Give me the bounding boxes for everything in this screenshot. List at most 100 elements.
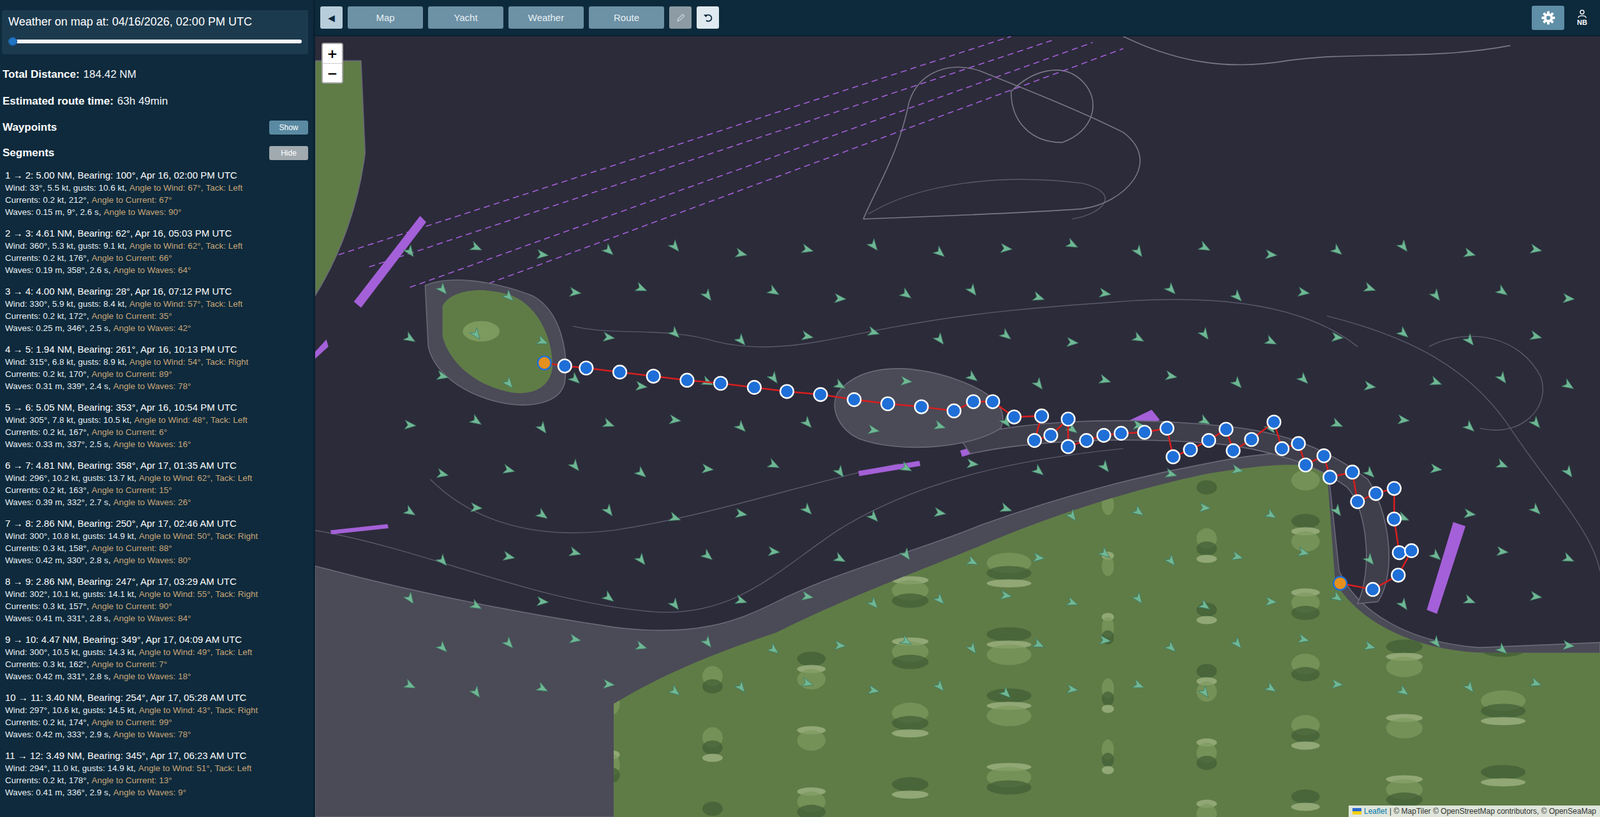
waypoint-marker[interactable] [986, 394, 1000, 409]
waypoint-marker[interactable] [1346, 465, 1360, 480]
wind-arrow-icon [1066, 596, 1080, 610]
waypoint-marker[interactable] [1323, 470, 1337, 485]
waypoint-marker[interactable] [1061, 412, 1075, 427]
zoom-out-button[interactable]: − [322, 63, 342, 83]
time-slider[interactable] [8, 36, 302, 47]
waypoint-marker[interactable] [1291, 437, 1306, 451]
waypoint-marker[interactable] [1044, 428, 1058, 443]
wind-arrow-icon [700, 288, 715, 304]
wind-arrow-icon [800, 503, 816, 519]
wind-arrow-icon [1032, 638, 1047, 652]
waypoint-marker[interactable] [558, 359, 572, 373]
wind-arrow-icon [569, 287, 582, 298]
section-row: WaypointsShow [2, 120, 309, 135]
waypoint-marker[interactable] [613, 365, 627, 379]
wind-arrow-icon [502, 636, 517, 652]
waypoint-marker[interactable] [1097, 428, 1111, 443]
wind-arrow-icon [1331, 679, 1344, 690]
waypoint-marker[interactable] [1404, 544, 1419, 558]
waypoint-marker[interactable] [1007, 410, 1021, 424]
map[interactable]: +−Leaflet| © MapTiler © OpenStreetMap co… [315, 36, 1600, 817]
undo-button[interactable] [696, 6, 719, 29]
waypoint-marker[interactable] [579, 361, 593, 376]
waypoint-marker[interactable] [713, 377, 728, 391]
waypoint-marker[interactable] [1392, 546, 1407, 560]
waypoint-marker[interactable] [1138, 425, 1152, 439]
wind-arrow-icon [734, 680, 749, 696]
segment-title: 9 → 10: 4.47 NM, Bearing: 349°, Apr 17, … [5, 633, 314, 647]
waypoint-marker[interactable] [814, 387, 828, 402]
waypoint-marker[interactable] [680, 373, 695, 388]
peninsula [315, 60, 365, 296]
user-initials: NB [1577, 18, 1588, 27]
waypoint-marker[interactable] [1201, 433, 1216, 448]
wind-arrow-icon [469, 414, 485, 429]
toolbar-tab[interactable]: Weather [508, 6, 584, 29]
waypoint-marker[interactable] [747, 380, 762, 395]
waypoint-marker[interactable] [1166, 450, 1180, 464]
wind-arrow-icon [1561, 465, 1576, 481]
waypoint-marker[interactable] [1160, 421, 1174, 436]
wind-arrow-icon [734, 595, 749, 608]
segment-wind: Wind: 294°, 11.0 kt, gusts: 14.9 kt,Angl… [5, 762, 314, 775]
waypoint-marker[interactable] [914, 400, 929, 414]
wind-arrow-icon [1462, 333, 1477, 349]
toolbar-tab[interactable]: Yacht [428, 6, 504, 29]
waypoint-marker[interactable] [1365, 583, 1380, 597]
wind-arrow-icon [1462, 420, 1478, 435]
toolbar-tab[interactable]: Map [347, 6, 423, 29]
waypoint-marker[interactable] [1275, 442, 1289, 456]
mainland [613, 465, 1600, 817]
toolbar-tab[interactable]: Route [588, 6, 665, 29]
slider-thumb[interactable] [8, 37, 18, 46]
waypoint-marker[interactable] [1387, 512, 1401, 526]
waypoint-marker[interactable] [1369, 486, 1383, 501]
waypoint-marker[interactable] [1317, 449, 1331, 463]
waypoint-marker[interactable] [1034, 409, 1049, 423]
section-toggle-button[interactable]: Hide [269, 146, 309, 161]
wind-arrow-icon [734, 333, 749, 349]
waypoint-marker[interactable] [1298, 458, 1313, 473]
map-canvas[interactable] [315, 36, 1600, 817]
waypoint-marker[interactable] [1333, 576, 1347, 591]
wind-arrow-icon [899, 635, 914, 649]
waypoint-marker[interactable] [646, 369, 661, 383]
wind-arrow-icon [1495, 285, 1511, 300]
segment-waves: Waves: 0.42 m, 333°, 2.9 s,Angle to Wave… [5, 728, 314, 741]
segment-currents: Currents: 0.2 kt, 170°,Angle to Current:… [5, 368, 314, 381]
waypoint-marker[interactable] [780, 384, 794, 399]
waypoint-marker[interactable] [1226, 444, 1241, 458]
waypoint-marker[interactable] [847, 392, 862, 407]
waypoint-marker[interactable] [1350, 495, 1364, 509]
waypoint-marker[interactable] [881, 397, 895, 411]
wind-arrow-icon [1363, 282, 1377, 295]
waypoint-marker[interactable] [1184, 443, 1198, 457]
summary-row: Estimated route time:63h 49min [0, 95, 314, 108]
wind-arrow-icon [833, 465, 848, 481]
waypoint-marker[interactable] [1080, 433, 1094, 448]
user-menu[interactable]: NB [1577, 9, 1588, 27]
waypoint-marker[interactable] [1061, 440, 1075, 454]
waypoint-marker[interactable] [1219, 422, 1233, 437]
waypoint-marker[interactable] [966, 394, 980, 409]
sections: WaypointsShowSegmentsHide [0, 120, 314, 161]
summary-value: 63h 49min [117, 95, 168, 108]
wind-arrow-icon [1529, 330, 1544, 342]
waypoint-marker[interactable] [1391, 568, 1405, 582]
zoom-in-button[interactable]: + [322, 44, 342, 64]
wind-arrow-icon [469, 685, 484, 701]
leaflet-link[interactable]: Leaflet [1363, 807, 1387, 816]
settings-button[interactable] [1531, 5, 1565, 30]
wind-arrow-icon [1000, 590, 1013, 602]
waypoint-marker[interactable] [1387, 481, 1401, 496]
waypoint-marker[interactable] [1244, 433, 1259, 447]
waypoint-marker[interactable] [1267, 415, 1282, 429]
section-toggle-button[interactable]: Show [269, 120, 309, 135]
collapse-sidebar-button[interactable]: ◀ [320, 6, 343, 29]
wind-arrow-icon [734, 420, 749, 436]
waypoint-marker[interactable] [537, 356, 552, 371]
wind-arrow-icon [801, 243, 815, 256]
waypoint-marker[interactable] [1114, 426, 1128, 441]
waypoint-marker[interactable] [1027, 433, 1042, 448]
waypoint-marker[interactable] [947, 404, 961, 418]
